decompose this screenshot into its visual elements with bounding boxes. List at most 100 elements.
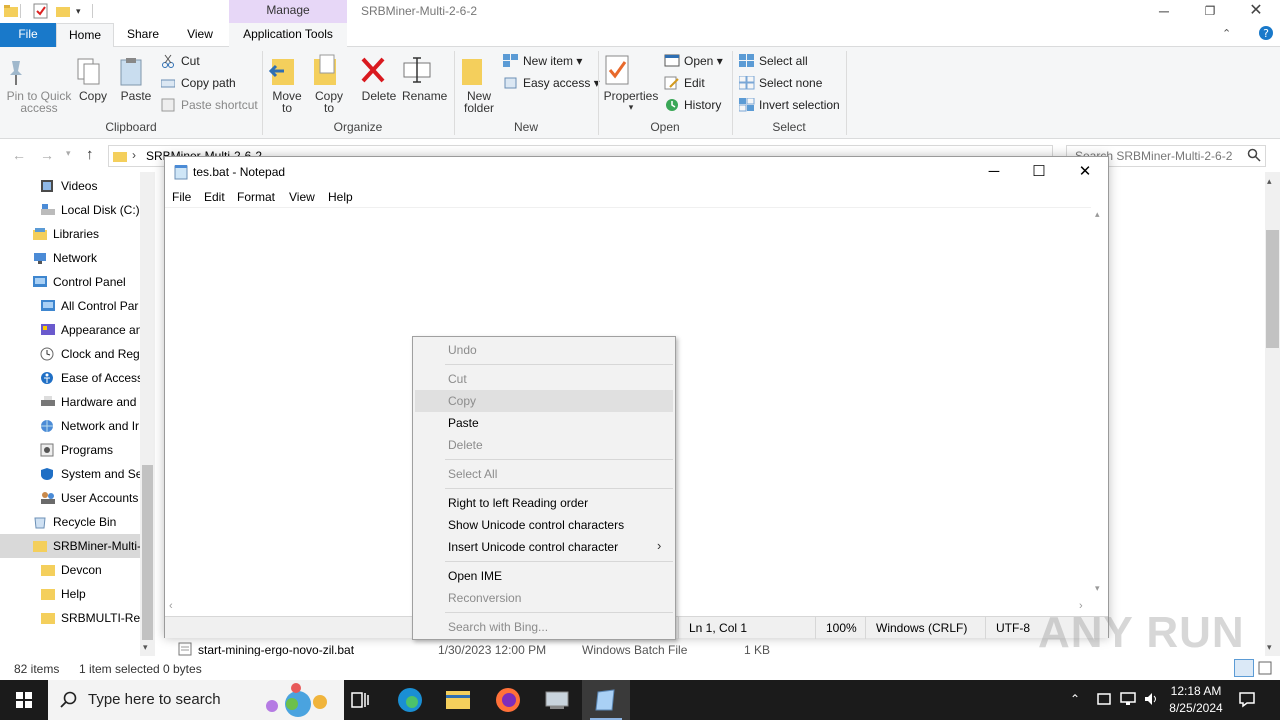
menu-item-copy[interactable]: Copy (415, 390, 673, 412)
nav-item-hardware[interactable]: Hardware and (40, 390, 140, 414)
properties-button[interactable]: Properties ▾ (603, 53, 659, 112)
move-to-button[interactable]: Move to (268, 53, 306, 114)
scroll-down-icon[interactable]: ▾ (1095, 583, 1100, 594)
nav-item-network[interactable]: Network (32, 246, 140, 270)
new-item-button[interactable]: New item ▾ (503, 51, 582, 71)
nav-item-appearance[interactable]: Appearance an (40, 318, 140, 342)
help-icon[interactable]: ? (1258, 25, 1274, 41)
new-folder-button[interactable]: New folder (458, 53, 500, 114)
copy-path-button[interactable]: Copy path (161, 73, 236, 93)
notification-icon[interactable] (1238, 690, 1256, 708)
properties-dropdown-icon[interactable]: ▾ (603, 102, 659, 112)
notepad-vertical-scrollbar[interactable]: ▴ ▾ (1091, 207, 1108, 599)
recent-dropdown-icon[interactable]: ▾ (66, 148, 71, 159)
tab-share[interactable]: Share (118, 23, 168, 47)
nav-item-help[interactable]: Help (40, 582, 140, 606)
taskbar-file-explorer[interactable] (434, 680, 482, 720)
delete-button[interactable]: Delete (359, 53, 399, 102)
menu-item-insert-unicode[interactable]: Insert Unicode control character (415, 536, 673, 558)
new-folder-qat-icon[interactable] (56, 4, 70, 18)
tab-view[interactable]: View (176, 23, 224, 47)
select-all-button[interactable]: Select all (739, 51, 808, 71)
chevron-up-icon[interactable]: ⌃ (1070, 692, 1080, 706)
forward-arrow-icon[interactable]: → (40, 147, 54, 163)
nav-item-ease-of-access[interactable]: Ease of Access (40, 366, 140, 390)
properties-qat-icon[interactable] (33, 3, 48, 19)
start-button[interactable] (0, 680, 48, 720)
close-button[interactable]: ✕ (1233, 0, 1279, 23)
nav-item-devcon[interactable]: Devcon (40, 558, 140, 582)
qat-dropdown-icon[interactable]: ▾ (76, 6, 81, 17)
taskbar-network-app[interactable] (533, 680, 581, 720)
menu-item-reconversion[interactable]: Reconversion (415, 587, 673, 609)
nav-item-all-control-panel[interactable]: All Control Par (40, 294, 140, 318)
notepad-minimize-button[interactable]: ─ (971, 157, 1017, 187)
menu-item-open-ime[interactable]: Open IME (415, 565, 673, 587)
volume-icon[interactable] (1143, 691, 1159, 707)
notepad-maximize-button[interactable]: ☐ (1016, 157, 1062, 187)
menu-item-search-bing[interactable]: Search with Bing... (415, 616, 673, 638)
nav-item-control-panel[interactable]: Control Panel (32, 270, 140, 294)
nav-item-local-disk[interactable]: Local Disk (C:) (40, 198, 140, 222)
scroll-left-icon[interactable]: ‹ (169, 600, 173, 612)
nav-scrollbar-thumb[interactable] (142, 465, 153, 640)
menu-format[interactable]: Format (237, 190, 275, 204)
notepad-close-button[interactable]: ✕ (1062, 157, 1108, 187)
taskbar-clock[interactable]: 12:18 AM 8/25/2024 (1164, 683, 1228, 717)
menu-help[interactable]: Help (328, 190, 353, 204)
edit-button[interactable]: Edit (664, 73, 705, 93)
paste-shortcut-button[interactable]: Paste shortcut (161, 95, 258, 115)
scroll-up-icon[interactable]: ▴ (1095, 209, 1100, 220)
network-status-icon[interactable] (1119, 691, 1137, 707)
menu-item-show-unicode[interactable]: Show Unicode control characters (415, 514, 673, 536)
taskbar-firefox[interactable] (484, 680, 532, 720)
taskbar-edge[interactable] (386, 680, 434, 720)
minimize-button[interactable]: ─ (1141, 0, 1187, 23)
nav-item-network-internet[interactable]: Network and Ir (40, 414, 140, 438)
search-icon[interactable] (1247, 148, 1261, 162)
nav-item-system-security[interactable]: System and Se (40, 462, 140, 486)
easy-access-button[interactable]: Easy access ▾ (503, 73, 600, 93)
menu-item-delete[interactable]: Delete (415, 434, 673, 456)
menu-item-paste[interactable]: Paste (415, 412, 673, 434)
large-icons-view-icon[interactable] (1258, 661, 1272, 675)
cut-button[interactable]: Cut (161, 51, 200, 71)
meet-now-icon[interactable] (1096, 691, 1112, 707)
nav-item-srbmulti-rest[interactable]: SRBMULTI-Rest (40, 606, 140, 630)
nav-item-libraries[interactable]: Libraries (32, 222, 140, 246)
menu-view[interactable]: View (289, 190, 315, 204)
menu-item-rtl-reading[interactable]: Right to left Reading order (415, 492, 673, 514)
scroll-up-icon[interactable]: ▴ (1267, 176, 1272, 187)
nav-scroll-down-icon[interactable]: ▾ (143, 642, 148, 653)
tab-application-tools[interactable]: Application Tools (229, 23, 347, 47)
invert-selection-button[interactable]: Invert selection (739, 95, 840, 115)
history-button[interactable]: History (664, 95, 721, 115)
rename-button[interactable]: Rename (402, 53, 447, 102)
paste-button[interactable]: Paste (118, 57, 154, 102)
restore-button[interactable]: ❐ (1187, 0, 1233, 23)
nav-item-srbminer[interactable]: SRBMiner-Multi- (32, 534, 140, 558)
nav-item-videos[interactable]: Videos (40, 174, 140, 198)
select-none-button[interactable]: Select none (739, 73, 822, 93)
taskbar-notepad[interactable] (582, 680, 630, 720)
nav-item-recycle-bin[interactable]: Recycle Bin (32, 510, 140, 534)
copy-to-button[interactable]: Copy to (310, 53, 348, 114)
back-arrow-icon[interactable]: ← (12, 147, 26, 163)
nav-item-clock[interactable]: Clock and Regi (40, 342, 140, 366)
up-arrow-icon[interactable]: ↑ (86, 146, 94, 163)
details-view-icon[interactable] (1234, 659, 1254, 677)
menu-item-cut[interactable]: Cut (415, 368, 673, 390)
chevron-up-icon[interactable]: ⌃ (1222, 27, 1231, 40)
nav-item-programs[interactable]: Programs (40, 438, 140, 462)
menu-item-undo[interactable]: Undo (415, 339, 673, 361)
file-list-scrollbar-thumb[interactable] (1266, 230, 1279, 348)
tab-file[interactable]: File (0, 23, 56, 47)
pin-to-quick-access-button[interactable]: Pin to Quick access (4, 57, 74, 114)
open-button[interactable]: Open ▾ (664, 51, 723, 71)
tab-home[interactable]: Home (56, 23, 114, 48)
scroll-down-icon[interactable]: ▾ (1267, 642, 1272, 653)
menu-file[interactable]: File (172, 190, 191, 204)
menu-item-select-all[interactable]: Select All (415, 463, 673, 485)
copy-button[interactable]: Copy (76, 57, 110, 102)
nav-item-user-accounts[interactable]: User Accounts (40, 486, 140, 510)
